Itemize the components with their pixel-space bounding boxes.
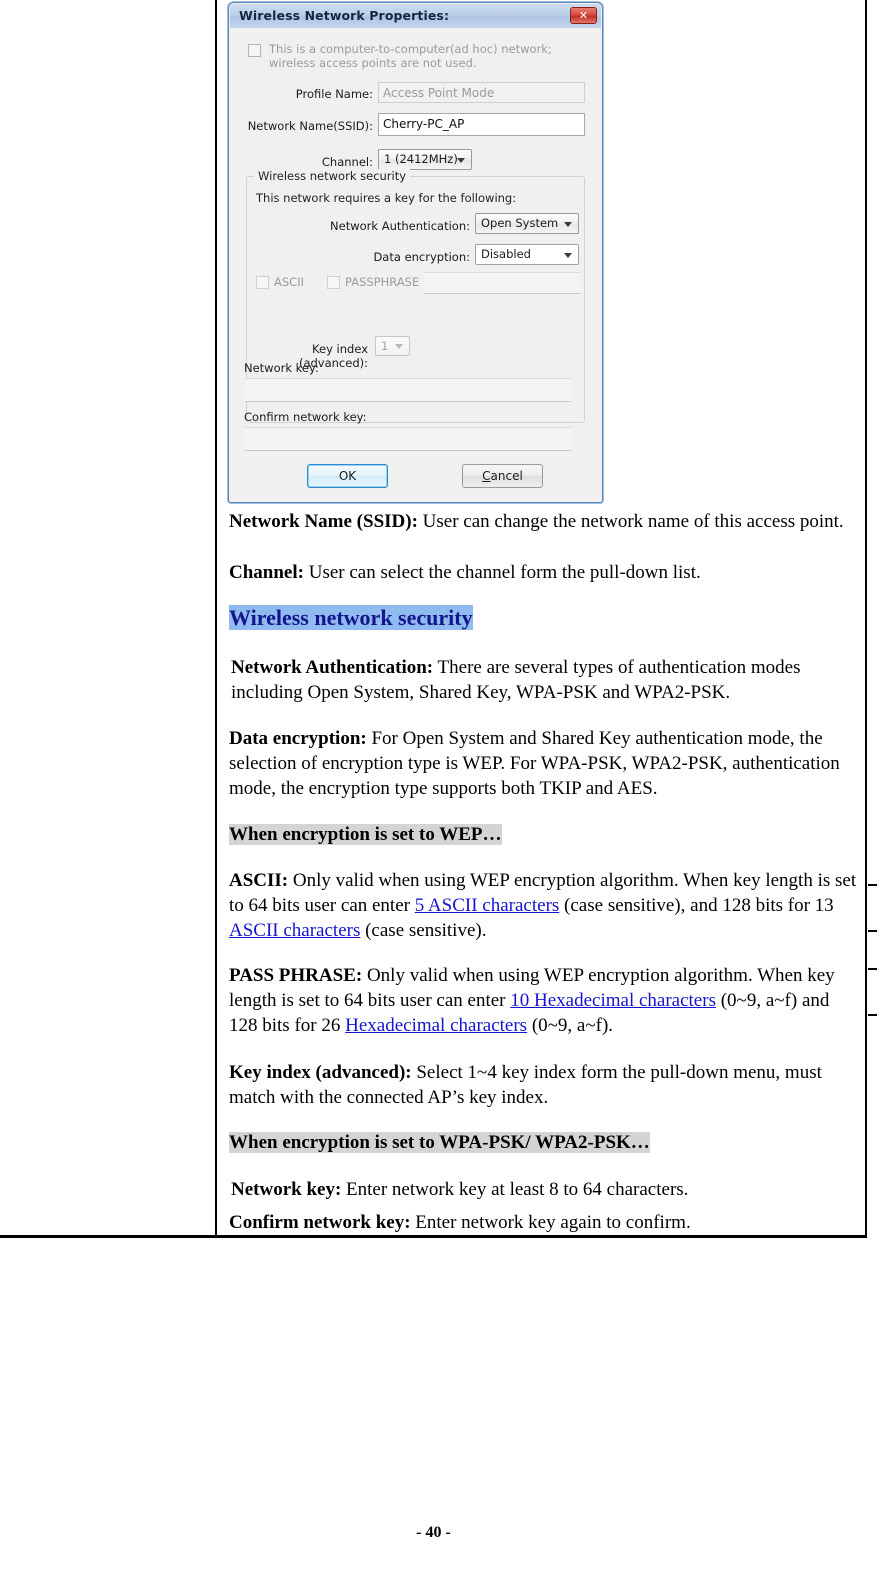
ok-button[interactable]: OK	[307, 464, 388, 488]
network-authentication-value: Open System	[481, 216, 559, 230]
paragraph-ssid: Network Name (SSID): User can change the…	[229, 509, 861, 534]
heading-wireless-network-security-text: Wireless network security	[229, 605, 473, 630]
heading-wireless-network-security: Wireless network security	[229, 603, 861, 635]
network-key-label: Network key:	[244, 361, 319, 375]
paragraph-key-index: Key index (advanced): Select 1~4 key ind…	[229, 1060, 861, 1110]
ascii-checkbox-label: ASCII	[274, 275, 304, 289]
passphrase-checkbox[interactable]	[327, 276, 340, 289]
term-data-encryption: Data encryption:	[229, 728, 367, 749]
text-network-key: Enter network key at least 8 to 64 chara…	[341, 1179, 689, 1200]
ssid-input[interactable]: Cherry-PC_AP	[378, 113, 585, 136]
text-ascii-3: (case sensitive).	[360, 920, 487, 941]
dialog-body: This is a computer-to-computer(ad hoc) n…	[230, 28, 601, 502]
paragraph-passphrase: PASS PHRASE: Only valid when using WEP e…	[229, 963, 861, 1038]
data-encryption-dropdown[interactable]: Disabled	[475, 244, 579, 265]
term-key-index: Key index (advanced):	[229, 1062, 412, 1083]
network-authentication-label: Network Authentication:	[330, 219, 470, 233]
link-10-hexadecimal-characters[interactable]: 10 Hexadecimal characters	[510, 990, 716, 1011]
link-ascii-characters[interactable]: ASCII characters	[229, 920, 360, 941]
channel-value: 1 (2412MHz)	[384, 152, 458, 166]
close-icon[interactable]: ✕	[570, 7, 597, 24]
link-5-ascii-characters[interactable]: 5 ASCII characters	[415, 895, 560, 916]
cancel-button[interactable]: Cancel	[462, 464, 543, 488]
paragraph-network-authentication: Network Authentication: There are severa…	[231, 655, 860, 705]
heading-wep-text: When encryption is set to WEP…	[229, 824, 502, 845]
data-encryption-label: Data encryption:	[373, 250, 470, 264]
wireless-security-groupbox-title: Wireless network security	[254, 169, 411, 183]
chevron-down-icon	[564, 221, 572, 227]
adhoc-network-label: This is a computer-to-computer(ad hoc) n…	[269, 42, 552, 70]
term-ascii: ASCII:	[229, 870, 289, 891]
dialog-title: Wireless Network Properties:	[239, 8, 450, 23]
network-authentication-dropdown[interactable]: Open System	[475, 213, 579, 234]
ssid-label: Network Name(SSID):	[247, 119, 373, 133]
cancel-label-rest: ancel	[490, 469, 523, 483]
term-confirm-network-key: Confirm network key:	[229, 1212, 411, 1233]
text-ascii-2: (case sensitive), and 128 bits for 13	[559, 895, 834, 916]
term-network-key: Network key:	[231, 1179, 342, 1200]
ascii-checkbox[interactable]	[256, 276, 269, 289]
paragraph-data-encryption: Data encryption: For Open System and Sha…	[229, 726, 861, 801]
table-left-column	[0, 0, 217, 1238]
key-index-dropdown[interactable]: 1	[375, 336, 410, 356]
profile-name-label: Profile Name:	[295, 87, 373, 101]
term-ssid: Network Name (SSID):	[229, 511, 418, 532]
passphrase-checkbox-label: PASSPHRASE	[345, 275, 420, 289]
term-channel: Channel:	[229, 562, 304, 583]
dialog-titlebar[interactable]: Wireless Network Properties: ✕	[230, 4, 601, 29]
paragraph-network-key: Network key: Enter network key at least …	[231, 1177, 863, 1202]
heading-wpa-psk-text: When encryption is set to WPA-PSK/ WPA2-…	[229, 1132, 650, 1153]
page-footer: - 40 -	[416, 1524, 451, 1541]
passphrase-input[interactable]	[424, 272, 580, 294]
heading-wpa-psk: When encryption is set to WPA-PSK/ WPA2-…	[229, 1130, 861, 1155]
adhoc-network-checkbox-row[interactable]: This is a computer-to-computer(ad hoc) n…	[248, 42, 583, 70]
link-hexadecimal-characters[interactable]: Hexadecimal characters	[345, 1015, 527, 1036]
heading-wep: When encryption is set to WEP…	[229, 822, 861, 847]
wireless-security-hint: This network requires a key for the foll…	[256, 191, 517, 205]
confirm-network-key-label: Confirm network key:	[244, 410, 367, 424]
text-confirm-network-key: Enter network key again to confirm.	[410, 1212, 691, 1233]
wireless-network-properties-dialog: Wireless Network Properties: ✕ This is a…	[228, 2, 603, 503]
confirm-network-key-input[interactable]	[245, 427, 571, 451]
term-pass-phrase: PASS PHRASE:	[229, 965, 363, 986]
page-edge-mark-top	[868, 884, 877, 932]
text-ssid: User can change the network name of this…	[417, 511, 844, 532]
data-encryption-value: Disabled	[481, 247, 531, 261]
cancel-accelerator: C	[482, 469, 491, 483]
text-channel: User can select the channel form the pul…	[303, 562, 701, 583]
page-edge-mark-bottom	[868, 968, 877, 1016]
paragraph-channel: Channel: User can select the channel for…	[229, 560, 861, 585]
key-index-value: 1	[381, 339, 389, 353]
page-content-table: Wireless Network Properties: ✕ This is a…	[0, 0, 867, 1238]
network-key-input[interactable]	[245, 378, 571, 402]
paragraph-confirm-network-key: Confirm network key: Enter network key a…	[229, 1210, 861, 1235]
channel-label: Channel:	[321, 155, 373, 169]
chevron-down-icon	[457, 157, 465, 163]
text-passphrase-3: (0~9, a~f).	[527, 1015, 614, 1036]
chevron-down-icon	[395, 344, 403, 349]
table-right-column: Wireless Network Properties: ✕ This is a…	[217, 0, 867, 1238]
channel-dropdown[interactable]: 1 (2412MHz)	[378, 149, 472, 170]
profile-name-field: Access Point Mode	[378, 82, 585, 103]
adhoc-network-checkbox[interactable]	[248, 44, 261, 57]
term-network-authentication: Network Authentication:	[231, 657, 434, 678]
paragraph-ascii: ASCII: Only valid when using WEP encrypt…	[229, 868, 861, 943]
chevron-down-icon	[564, 252, 572, 258]
